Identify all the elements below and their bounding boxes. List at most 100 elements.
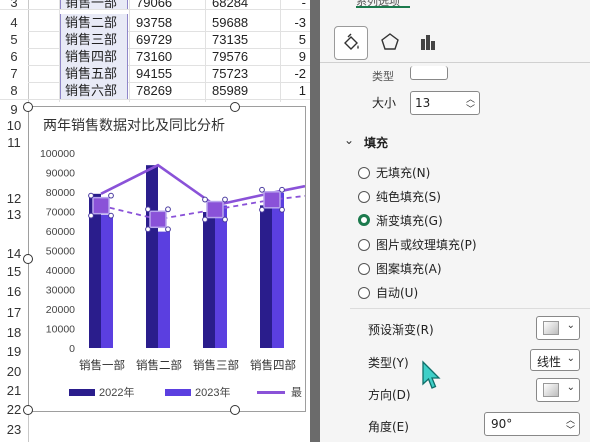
chart-resize-handle-nw[interactable] <box>23 102 33 112</box>
row-number[interactable]: 11 <box>0 135 28 155</box>
row-number[interactable]: 18 <box>0 325 28 345</box>
chart-plot-area[interactable]: 0 10000 20000 30000 40000 50000 60000 70000 8000… <box>29 107 305 411</box>
bar-chart-icon <box>421 35 435 50</box>
row-number[interactable]: 4 <box>0 14 28 32</box>
cell-sales-2023[interactable]: 59688 <box>206 14 280 31</box>
cell-growth[interactable]: 1 <box>281 82 310 99</box>
cell-sales-2022[interactable]: 94155 <box>130 65 200 82</box>
row-number[interactable]: 5 <box>0 31 28 49</box>
x-tick-label: 销售三部 <box>193 358 239 372</box>
row-number[interactable]: 10 <box>0 118 28 136</box>
marker-selection-handle <box>279 186 285 193</box>
marker-selection-handle <box>222 216 228 223</box>
radio-label-picture-fill[interactable]: 图片或纹理填充(P) <box>376 236 477 253</box>
marker-size-spinner[interactable]: 13 ︿ ﹀ <box>410 91 480 115</box>
bar-2023 <box>272 192 284 348</box>
chart-legend[interactable]: 2022年 2023年 最 <box>69 383 309 399</box>
spinner-down-icon[interactable]: ﹀ <box>566 423 575 436</box>
cell-growth[interactable]: -2 <box>281 65 310 82</box>
row-number[interactable]: 20 <box>0 364 28 384</box>
cell-sales-2022[interactable]: 73160 <box>130 48 200 65</box>
gradient-type-dropdown[interactable]: 线性 ⌄ <box>530 349 580 371</box>
row-number[interactable]: 16 <box>0 284 28 306</box>
spinner-down-icon[interactable]: ﹀ <box>466 102 475 115</box>
bar-2022 <box>146 165 158 348</box>
angle-value: 90° <box>491 417 513 431</box>
radio-label-automatic[interactable]: 自动(U) <box>376 284 418 301</box>
chevron-down-icon[interactable]: ⌄ <box>344 133 354 147</box>
cell-department[interactable]: 销售二部 <box>60 14 128 31</box>
marker-type-dropdown[interactable] <box>410 66 448 80</box>
radio-label-pattern-fill[interactable]: 图案填充(A) <box>376 260 442 277</box>
cell-sales-2023[interactable]: 79576 <box>206 48 280 65</box>
radio-gradient-fill[interactable] <box>358 214 370 226</box>
chart-resize-handle-sw[interactable] <box>23 405 33 415</box>
direction-dropdown[interactable]: ⌄ <box>536 378 580 402</box>
chevron-down-icon: ⌄ <box>566 320 575 331</box>
marker-selection-handle <box>202 196 208 203</box>
row-number[interactable]: 6 <box>0 48 28 66</box>
chart-resize-handle-n[interactable] <box>230 102 240 112</box>
chart-resize-handle-s[interactable] <box>230 405 240 415</box>
radio-pattern-fill[interactable] <box>358 263 370 275</box>
legend-label-line: 最 <box>291 386 302 399</box>
row-number[interactable]: 8 <box>0 82 28 100</box>
chart-resize-handle-w[interactable] <box>23 254 33 264</box>
series-options-tab[interactable] <box>412 26 444 58</box>
cell-department[interactable]: 销售三部 <box>60 31 128 48</box>
cell-department[interactable]: 销售一部 <box>60 0 128 9</box>
fill-section-title[interactable]: 填充 <box>364 134 388 151</box>
data-marker <box>263 191 281 209</box>
direction-label: 方向(D) <box>368 388 411 402</box>
cell-growth[interactable]: -3 <box>281 14 310 31</box>
preset-gradient-dropdown[interactable]: ⌄ <box>536 316 580 340</box>
radio-solid-fill[interactable] <box>358 191 370 203</box>
y-tick-label: 30000 <box>46 285 75 297</box>
fill-line-tab[interactable] <box>334 26 368 60</box>
cell-growth[interactable]: - <box>281 0 310 9</box>
pane-splitter[interactable] <box>310 0 320 442</box>
cell-sales-2022[interactable]: 69729 <box>130 31 200 48</box>
spreadsheet-grid[interactable]: 3 销售一部 79066 68284-4 销售二部 93758 59688 -3 5 销售三部 69… <box>0 0 310 442</box>
cell-sales-2023[interactable]: 75723 <box>206 65 280 82</box>
marker-size-label: 大小 <box>372 96 397 110</box>
cell-sales-2023[interactable]: 85989 <box>206 82 280 99</box>
radio-automatic[interactable] <box>358 287 370 299</box>
cell-sales-2023[interactable]: 73135 <box>206 31 280 48</box>
marker-selection-handle <box>259 206 265 213</box>
row-number[interactable]: 3 <box>0 0 28 10</box>
radio-no-fill[interactable] <box>358 167 370 179</box>
effects-tab[interactable] <box>374 26 406 58</box>
section-divider <box>350 308 590 309</box>
row-number[interactable]: 7 <box>0 65 28 83</box>
y-tick-label: 70000 <box>46 207 75 219</box>
row-number[interactable]: 19 <box>0 344 28 365</box>
cell-department[interactable]: 销售四部 <box>60 48 128 65</box>
cell-growth[interactable]: 9 <box>281 48 310 65</box>
cell-sales-2022[interactable]: 78269 <box>130 82 200 99</box>
radio-picture-fill[interactable] <box>358 239 370 251</box>
data-marker <box>206 200 224 219</box>
cell-department[interactable]: 销售五部 <box>60 65 128 82</box>
cell-sales-2022[interactable]: 93758 <box>130 14 200 31</box>
radio-label-gradient-fill[interactable]: 渐变填充(G) <box>376 212 443 229</box>
row-number[interactable]: 21 <box>0 383 28 403</box>
row-number[interactable]: 15 <box>0 264 28 285</box>
row-number[interactable]: 12 <box>0 154 28 208</box>
row-number[interactable]: 13 <box>0 207 28 227</box>
marker-selection-handle <box>145 226 151 233</box>
radio-label-solid-fill[interactable]: 纯色填充(S) <box>376 188 441 205</box>
cell-growth[interactable]: 5 <box>281 31 310 48</box>
y-tick-label: 90000 <box>46 168 75 180</box>
row-number[interactable]: 23 <box>0 422 28 442</box>
legend-swatch-line <box>257 391 285 394</box>
direction-swatch <box>543 383 559 397</box>
marker-selection-handle <box>222 196 228 203</box>
cell-department[interactable]: 销售六部 <box>60 82 128 99</box>
combo-chart[interactable]: 两年销售数据对比及同比分析 0 10000 20000 30000 40000 50000… <box>28 106 306 412</box>
angle-spinner[interactable]: 90° ︿ ﹀ <box>484 412 580 436</box>
cell-sales-2022[interactable]: 79066 <box>130 0 200 9</box>
row-number[interactable]: 17 <box>0 305 28 326</box>
radio-label-no-fill[interactable]: 无填充(N) <box>376 164 430 181</box>
cell-sales-2023[interactable]: 68284 <box>206 0 280 9</box>
